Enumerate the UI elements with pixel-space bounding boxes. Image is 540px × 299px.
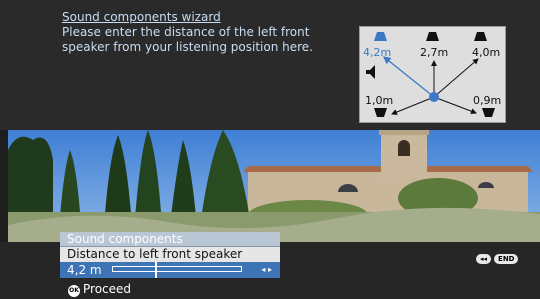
background-photo bbox=[8, 130, 540, 242]
front-right-speaker-icon bbox=[474, 32, 487, 41]
end-button[interactable]: END bbox=[494, 253, 519, 264]
speaker-diagram: 4,2m 2,7m 4,0m 1,0m 0,9m bbox=[359, 26, 506, 123]
distance-slider-thumb[interactable] bbox=[155, 262, 157, 278]
wizard-title: Sound components wizard bbox=[62, 10, 221, 24]
menu-item-distance[interactable]: Distance to left front speaker bbox=[60, 247, 280, 262]
nav-buttons: ◂◂ END bbox=[476, 248, 521, 267]
proceed-hint[interactable]: OK Proceed bbox=[68, 282, 131, 297]
menu-header: Sound components bbox=[60, 232, 280, 247]
subwoofer-speaker-icon bbox=[366, 65, 375, 79]
speaker-diagram-svg: 4,2m 2,7m 4,0m 1,0m 0,9m bbox=[363, 32, 501, 117]
line-front-left bbox=[382, 56, 435, 98]
rear-left-speaker-icon bbox=[374, 108, 387, 117]
distance-center: 2,7m bbox=[420, 46, 448, 59]
ok-button-icon: OK bbox=[68, 285, 80, 297]
distance-slider-track[interactable] bbox=[112, 262, 242, 278]
landscape-image bbox=[8, 130, 540, 242]
left-right-arrows-icon: ◂ ▸ bbox=[261, 265, 272, 274]
line-rear-right bbox=[433, 96, 477, 115]
distance-rear-left: 1,0m bbox=[365, 94, 393, 107]
line-rear-left bbox=[391, 96, 435, 115]
distance-rear-right: 0,9m bbox=[473, 94, 501, 107]
distance-front-right: 4,0m bbox=[472, 46, 500, 59]
settings-menu: Sound components Distance to left front … bbox=[60, 232, 280, 278]
front-left-speaker-icon bbox=[374, 32, 387, 41]
distance-slider-row[interactable]: 4,2 m ◂ ▸ bbox=[60, 262, 280, 278]
distance-value: 4,2 m bbox=[67, 263, 102, 277]
rewind-icon[interactable]: ◂◂ bbox=[476, 253, 492, 264]
proceed-label: Proceed bbox=[83, 282, 132, 296]
distance-front-left: 4,2m bbox=[363, 46, 391, 59]
wizard-instruction: Please enter the distance of the left fr… bbox=[62, 25, 313, 54]
listening-position bbox=[429, 92, 439, 102]
rear-right-speaker-icon bbox=[482, 108, 495, 117]
line-front-right bbox=[433, 58, 479, 98]
center-speaker-icon bbox=[426, 32, 439, 41]
